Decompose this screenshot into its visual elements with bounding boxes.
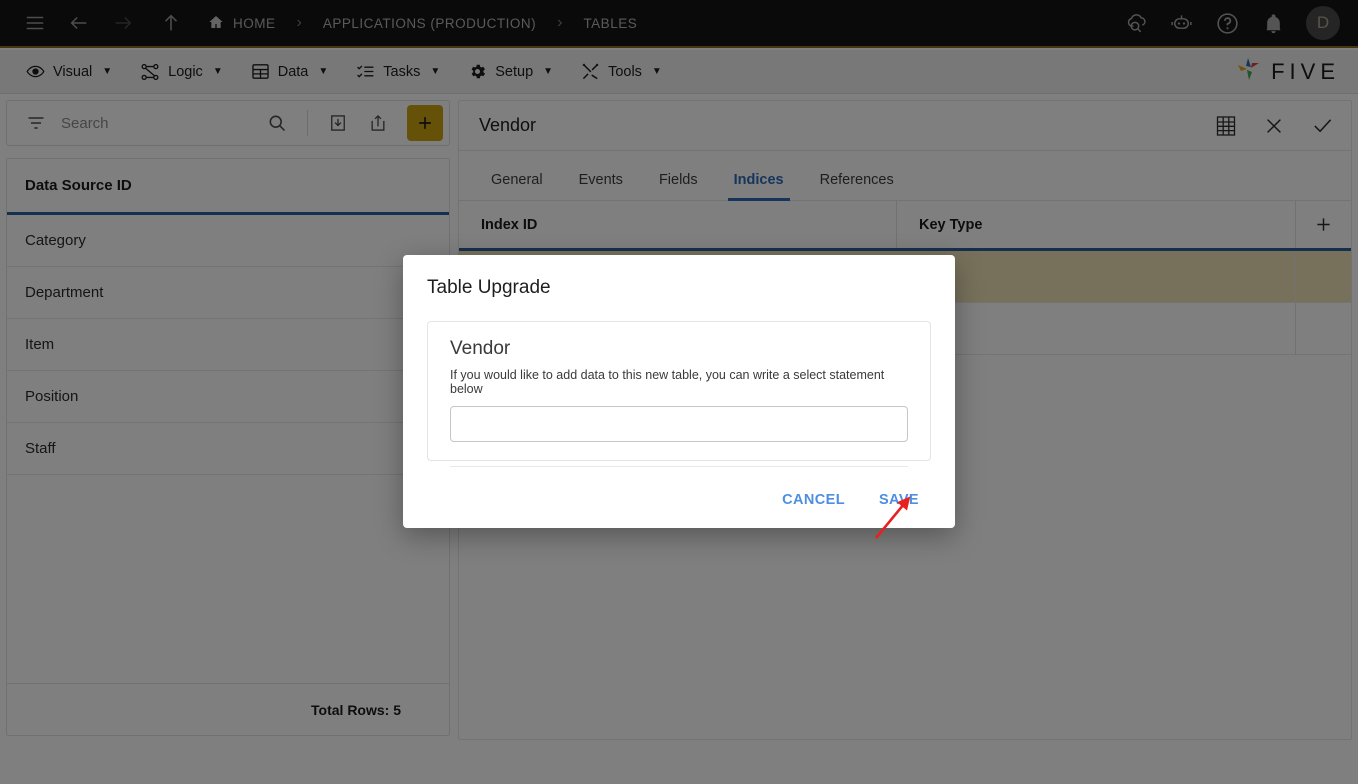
dialog-actions: CANCEL SAVE: [427, 492, 931, 514]
cancel-button[interactable]: CANCEL: [782, 492, 845, 508]
dialog-title: Table Upgrade: [427, 277, 551, 298]
dialog-inner-divider: [450, 466, 908, 467]
red-arrow-annotation: [868, 496, 918, 551]
dialog-content-card: Vendor If you would like to add data to …: [427, 321, 931, 467]
table-upgrade-dialog: Table Upgrade Vendor If you would like t…: [403, 255, 955, 528]
select-statement-input[interactable]: [450, 406, 908, 442]
dialog-subtitle: Vendor: [450, 338, 511, 359]
dialog-description: If you would like to add data to this ne…: [450, 368, 885, 396]
app-root: HOME › APPLICATIONS (PRODUCTION) › TABLE…: [0, 0, 1358, 784]
